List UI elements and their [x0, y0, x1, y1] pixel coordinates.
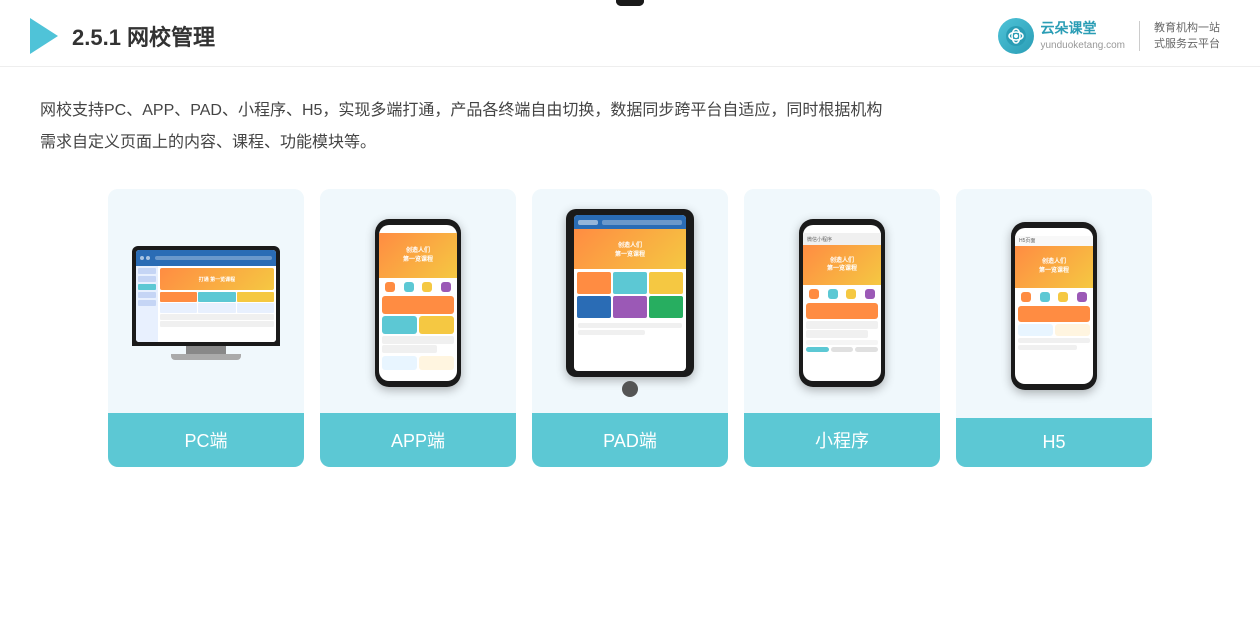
- card-pc: 打通 第一览课程: [108, 189, 304, 467]
- card-pad-image: 创造人们第一览课程: [532, 189, 728, 413]
- mini-phone-mockup: 微信小程序 创造人们第一览课程: [797, 219, 887, 387]
- card-mini-image: 微信小程序 创造人们第一览课程: [744, 189, 940, 413]
- card-pc-image: 打通 第一览课程: [108, 189, 304, 413]
- card-mini: 微信小程序 创造人们第一览课程: [744, 189, 940, 467]
- card-app: 创造人们第一览课程: [320, 189, 516, 467]
- card-app-image: 创造人们第一览课程: [320, 189, 516, 413]
- description-line2: 需求自定义页面上的内容、课程、功能模块等。: [40, 127, 1220, 159]
- description-line1: 网校支持PC、APP、PAD、小程序、H5，实现多端打通，产品各终端自由切换，数…: [40, 95, 1220, 127]
- pad-mockup: 创造人们第一览课程: [565, 209, 695, 397]
- h5-phone-mockup: H5页面 创造人们第一览课程: [1009, 222, 1099, 390]
- card-h5: H5页面 创造人们第一览课程: [956, 189, 1152, 467]
- brand-area: 云朵课堂 yunduoketang.com 教育机构一站 式服务云平台: [998, 18, 1220, 54]
- pc-mockup: 打通 第一览课程: [131, 246, 281, 360]
- brand-divider: [1139, 21, 1140, 51]
- logo-triangle-icon: [30, 18, 58, 54]
- card-app-label: APP端: [320, 413, 516, 467]
- card-pad: 创造人们第一览课程: [532, 189, 728, 467]
- brand-slogan: 教育机构一站 式服务云平台: [1154, 20, 1220, 53]
- header: 2.5.1 网校管理 云朵课堂 yunduoketang.com 教育机构一站 …: [0, 0, 1260, 67]
- app-phone-mockup: 创造人们第一览课程: [373, 219, 463, 387]
- card-h5-label: H5: [956, 418, 1152, 467]
- page-title: 2.5.1 网校管理: [72, 20, 215, 52]
- brand-logo: 云朵课堂 yunduoketang.com: [998, 18, 1125, 54]
- card-mini-label: 小程序: [744, 413, 940, 467]
- card-pad-label: PAD端: [532, 413, 728, 467]
- brand-text: 云朵课堂 yunduoketang.com: [1040, 19, 1125, 53]
- header-left: 2.5.1 网校管理: [30, 18, 215, 54]
- card-pc-label: PC端: [108, 413, 304, 467]
- brand-icon: [998, 18, 1034, 54]
- cards-container: 打通 第一览课程: [0, 169, 1260, 497]
- description-section: 网校支持PC、APP、PAD、小程序、H5，实现多端打通，产品各终端自由切换，数…: [0, 67, 1260, 169]
- card-h5-image: H5页面 创造人们第一览课程: [956, 189, 1152, 418]
